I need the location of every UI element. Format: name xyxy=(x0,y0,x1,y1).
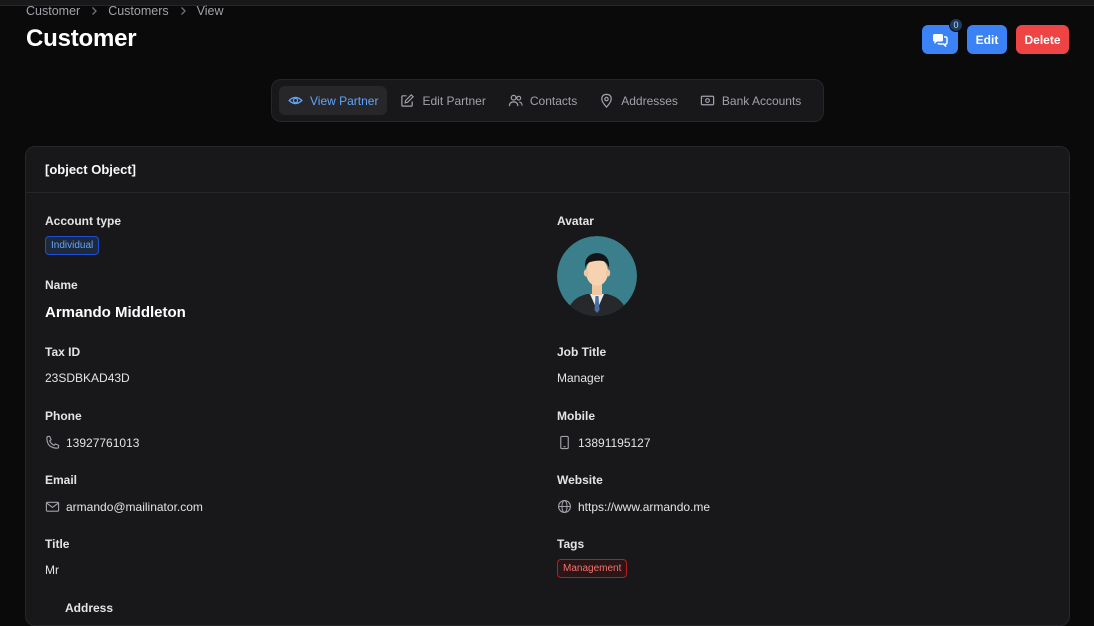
tags-field: Tags Management xyxy=(557,537,628,578)
banknotes-icon xyxy=(700,95,715,106)
avatar-field: Avatar xyxy=(557,214,637,316)
field-label: Phone xyxy=(45,409,82,423)
eye-icon xyxy=(288,96,303,105)
website-field: Website https://www.armando.me xyxy=(557,473,710,514)
breadcrumb-view: View xyxy=(196,4,224,18)
field-label: Name xyxy=(45,278,78,292)
field-label: Tax ID xyxy=(45,345,81,359)
edit-button[interactable]: Edit xyxy=(967,25,1007,54)
tab-label: Addresses xyxy=(621,93,678,108)
field-label: Title xyxy=(45,537,70,551)
name-field: Name Armando Middleton xyxy=(45,278,186,321)
phone-icon xyxy=(46,435,60,449)
delete-button[interactable]: Delete xyxy=(1016,25,1069,54)
chevron-right-icon xyxy=(80,6,108,16)
name-value: Armando Middleton xyxy=(45,304,186,321)
general-section: [object Object] Account type Individual … xyxy=(25,146,1070,626)
field-label: Job Title xyxy=(557,345,607,359)
job-title-value: Manager xyxy=(557,371,605,385)
avatar xyxy=(557,236,637,316)
tag-badge: Management xyxy=(557,559,628,578)
page-title: Customer xyxy=(26,25,137,52)
users-icon xyxy=(508,94,523,107)
envelope-icon xyxy=(45,501,60,512)
mobile-value-row: 13891195127 xyxy=(557,435,651,450)
email-field: Email armando@mailinator.com xyxy=(45,473,203,514)
header-actions: 0 Edit Delete xyxy=(922,18,1069,54)
field-label: Avatar xyxy=(557,214,594,228)
mobile-value: 13891195127 xyxy=(578,435,651,450)
chat-bubbles-icon xyxy=(933,33,948,47)
field-label: Account type xyxy=(45,214,122,228)
chat-button[interactable]: 0 xyxy=(922,18,963,54)
website-link[interactable]: https://www.armando.me xyxy=(578,500,710,514)
website-value-row: https://www.armando.me xyxy=(557,499,710,514)
title-value: Mr xyxy=(45,563,59,577)
email-value-row: armando@mailinator.com xyxy=(45,499,203,514)
tax-id-value: 23SDBKAD43D xyxy=(45,371,130,385)
tab-edit-partner[interactable]: Edit Partner xyxy=(391,86,494,115)
tab-label: Bank Accounts xyxy=(721,93,802,108)
tab-label: View Partner xyxy=(310,93,379,108)
tab-bank-accounts[interactable]: Bank Accounts xyxy=(691,86,810,115)
chevron-right-icon xyxy=(169,6,197,16)
field-label: Email xyxy=(45,473,78,487)
tab-label: Edit Partner xyxy=(422,93,486,108)
map-pin-icon xyxy=(601,93,613,108)
chat-count-badge: 0 xyxy=(949,18,963,32)
email-value[interactable]: armando@mailinator.com xyxy=(66,500,203,514)
tab-addresses[interactable]: Addresses xyxy=(590,86,687,115)
tab-contacts[interactable]: Contacts xyxy=(499,86,586,115)
phone-value-row: 13927761013 xyxy=(45,435,139,450)
phone-value: 13927761013 xyxy=(66,435,140,450)
field-label: Tags xyxy=(557,537,585,551)
address-field: Address xyxy=(65,601,113,615)
account-type-field: Account type Individual xyxy=(45,214,121,255)
partner-tabs: View Partner Edit Partner Contacts Addre… xyxy=(271,79,824,122)
field-label: Mobile xyxy=(557,409,595,423)
tab-label: Contacts xyxy=(529,93,578,108)
title-field: Title Mr xyxy=(45,537,69,577)
phone-field: Phone 13927761013 xyxy=(45,409,139,450)
tax-id-field: Tax ID 23SDBKAD43D xyxy=(45,345,130,385)
avatar-illustration xyxy=(557,236,637,316)
breadcrumb: Customer Customers View xyxy=(26,4,224,18)
device-phone-mobile-icon xyxy=(560,435,569,450)
tab-view-partner[interactable]: View Partner xyxy=(279,86,388,115)
account-type-badge: Individual xyxy=(45,236,100,255)
section-title: [object Object] xyxy=(26,147,1069,193)
globe-icon xyxy=(558,500,571,513)
breadcrumb-customers[interactable]: Customers xyxy=(108,4,168,18)
job-title-field: Job Title Manager xyxy=(557,345,606,385)
field-label: Address xyxy=(65,601,114,615)
field-label: Website xyxy=(557,473,603,487)
mobile-field: Mobile 13891195127 xyxy=(557,409,651,450)
pencil-square-icon xyxy=(401,94,415,107)
breadcrumb-customer[interactable]: Customer xyxy=(26,4,80,18)
